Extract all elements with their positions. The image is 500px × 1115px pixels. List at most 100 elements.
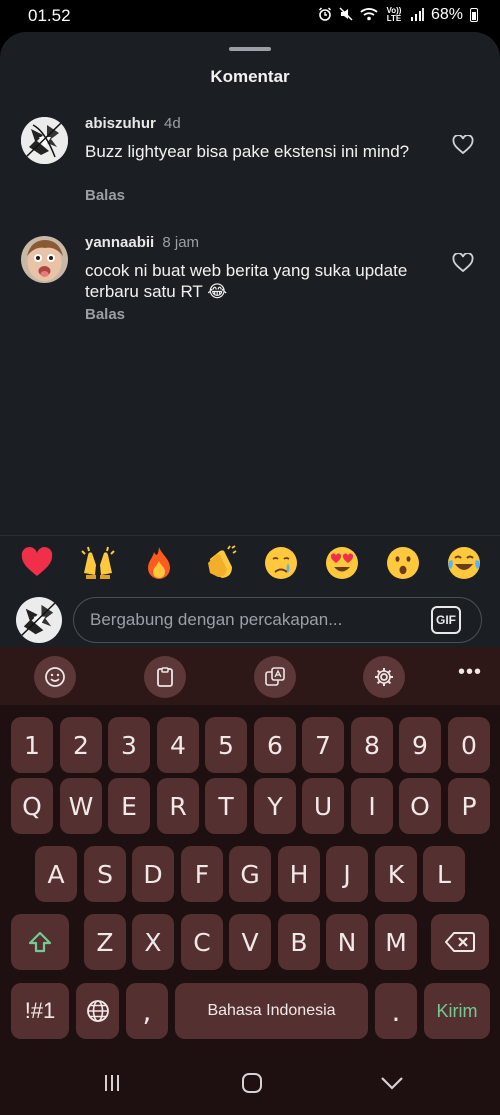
fire-icon[interactable] [139, 543, 179, 583]
key-k[interactable]: K [375, 846, 417, 902]
avatar[interactable] [21, 236, 68, 283]
gif-button[interactable]: GIF [431, 606, 461, 634]
key-w[interactable]: W [60, 778, 102, 834]
clipboard-button[interactable] [144, 656, 186, 698]
key-d[interactable]: D [132, 846, 174, 902]
key-4[interactable]: 4 [157, 717, 199, 773]
volte-label: Vo)) LTE [386, 6, 402, 23]
recent-apps-button[interactable] [92, 1068, 132, 1098]
key-9[interactable]: 9 [399, 717, 441, 773]
key-m[interactable]: M [375, 914, 417, 970]
heart-icon[interactable] [452, 252, 474, 273]
key-f[interactable]: F [181, 846, 223, 902]
raising-hands-icon[interactable] [78, 543, 118, 583]
comment-username[interactable]: yannaabii [85, 234, 154, 251]
battery-icon [470, 8, 478, 22]
keyboard-settings-button[interactable] [363, 656, 405, 698]
key-8[interactable]: 8 [351, 717, 393, 773]
key-n[interactable]: N [326, 914, 368, 970]
comment-text: cocok ni buat web berita yang suka updat… [85, 261, 408, 301]
key-y[interactable]: Y [254, 778, 296, 834]
back-button[interactable] [372, 1068, 412, 1098]
comment-header: abiszuhur 4d [85, 115, 181, 132]
key-2[interactable]: 2 [60, 717, 102, 773]
key-0[interactable]: 0 [448, 717, 490, 773]
comment-input-box: GIF [73, 597, 482, 643]
key-o[interactable]: O [399, 778, 441, 834]
key-s[interactable]: S [84, 846, 126, 902]
key-t[interactable]: T [205, 778, 247, 834]
key-a[interactable]: A [35, 846, 77, 902]
key-r[interactable]: R [157, 778, 199, 834]
wifi-icon [360, 7, 378, 23]
avatar[interactable] [21, 117, 68, 164]
comment-header: yannaabii 8 jam [85, 234, 199, 251]
heart-icon[interactable] [452, 134, 474, 155]
key-g[interactable]: G [229, 846, 271, 902]
key-1[interactable]: 1 [11, 717, 53, 773]
smiley-icon [45, 667, 65, 687]
backspace-key[interactable] [431, 914, 489, 970]
language-key[interactable] [76, 983, 119, 1039]
comment-username[interactable]: abiszuhur [85, 115, 156, 132]
comma-key[interactable]: , [126, 983, 168, 1039]
key-v[interactable]: V [229, 914, 271, 970]
key-7[interactable]: 7 [302, 717, 344, 773]
key-l[interactable]: L [423, 846, 465, 902]
home-icon [242, 1073, 262, 1093]
key-6[interactable]: 6 [254, 717, 296, 773]
keyboard: 1 2 3 4 5 6 7 8 9 0 Q W E R T Y U I O P … [0, 705, 500, 1050]
my-avatar [16, 597, 62, 643]
more-options-button[interactable]: ••• [455, 661, 485, 691]
crying-face-icon[interactable] [261, 543, 301, 583]
status-time: 01.52 [28, 6, 71, 25]
home-button[interactable] [232, 1068, 272, 1098]
key-z[interactable]: Z [84, 914, 126, 970]
key-c[interactable]: C [181, 914, 223, 970]
key-x[interactable]: X [132, 914, 174, 970]
red-heart-icon[interactable] [17, 543, 57, 583]
emoji-quick-bar [0, 535, 500, 590]
translate-icon [265, 667, 285, 686]
key-u[interactable]: U [302, 778, 344, 834]
key-5[interactable]: 5 [205, 717, 247, 773]
drag-handle[interactable] [229, 47, 271, 51]
key-i[interactable]: I [351, 778, 393, 834]
symbols-key[interactable]: !#1 [11, 983, 69, 1039]
clipboard-icon [157, 667, 173, 687]
alarm-icon [318, 7, 332, 23]
key-p[interactable]: P [448, 778, 490, 834]
period-key[interactable]: . [375, 983, 417, 1039]
emoji-keyboard-button[interactable] [34, 656, 76, 698]
battery-percent: 68% [430, 6, 463, 23]
heart-eyes-icon[interactable] [322, 543, 362, 583]
tears-of-joy-icon[interactable] [444, 543, 484, 583]
comment-composer: GIF [0, 590, 500, 647]
reply-button[interactable]: Balas [85, 306, 125, 323]
surprised-face-icon[interactable] [383, 543, 423, 583]
key-b[interactable]: B [278, 914, 320, 970]
key-3[interactable]: 3 [108, 717, 150, 773]
sheet-title: Komentar [210, 67, 290, 86]
reply-button[interactable]: Balas [85, 187, 125, 204]
key-j[interactable]: J [326, 846, 368, 902]
key-h[interactable]: H [278, 846, 320, 902]
signal-icon [410, 7, 424, 23]
shift-key[interactable] [11, 914, 69, 970]
recent-apps-icon [105, 1075, 119, 1091]
space-key[interactable]: Bahasa Indonesia [175, 983, 368, 1039]
send-key[interactable]: Kirim [424, 983, 490, 1039]
globe-icon [86, 1000, 109, 1022]
key-e[interactable]: E [108, 778, 150, 834]
navigation-bar [0, 1050, 500, 1115]
clapping-hands-icon[interactable] [200, 543, 240, 583]
status-bar: 01.52 Vo)) LTE 68% [0, 0, 500, 32]
translate-button[interactable] [254, 656, 296, 698]
comment-input[interactable] [90, 598, 420, 642]
status-icons: Vo)) LTE 68% [318, 6, 478, 24]
chevron-down-icon [381, 1077, 403, 1090]
comment-text: Buzz lightyear bisa pake ekstensi ini mi… [85, 142, 410, 161]
key-q[interactable]: Q [11, 778, 53, 834]
comment-time: 8 jam [162, 234, 200, 251]
gear-icon [375, 668, 393, 686]
